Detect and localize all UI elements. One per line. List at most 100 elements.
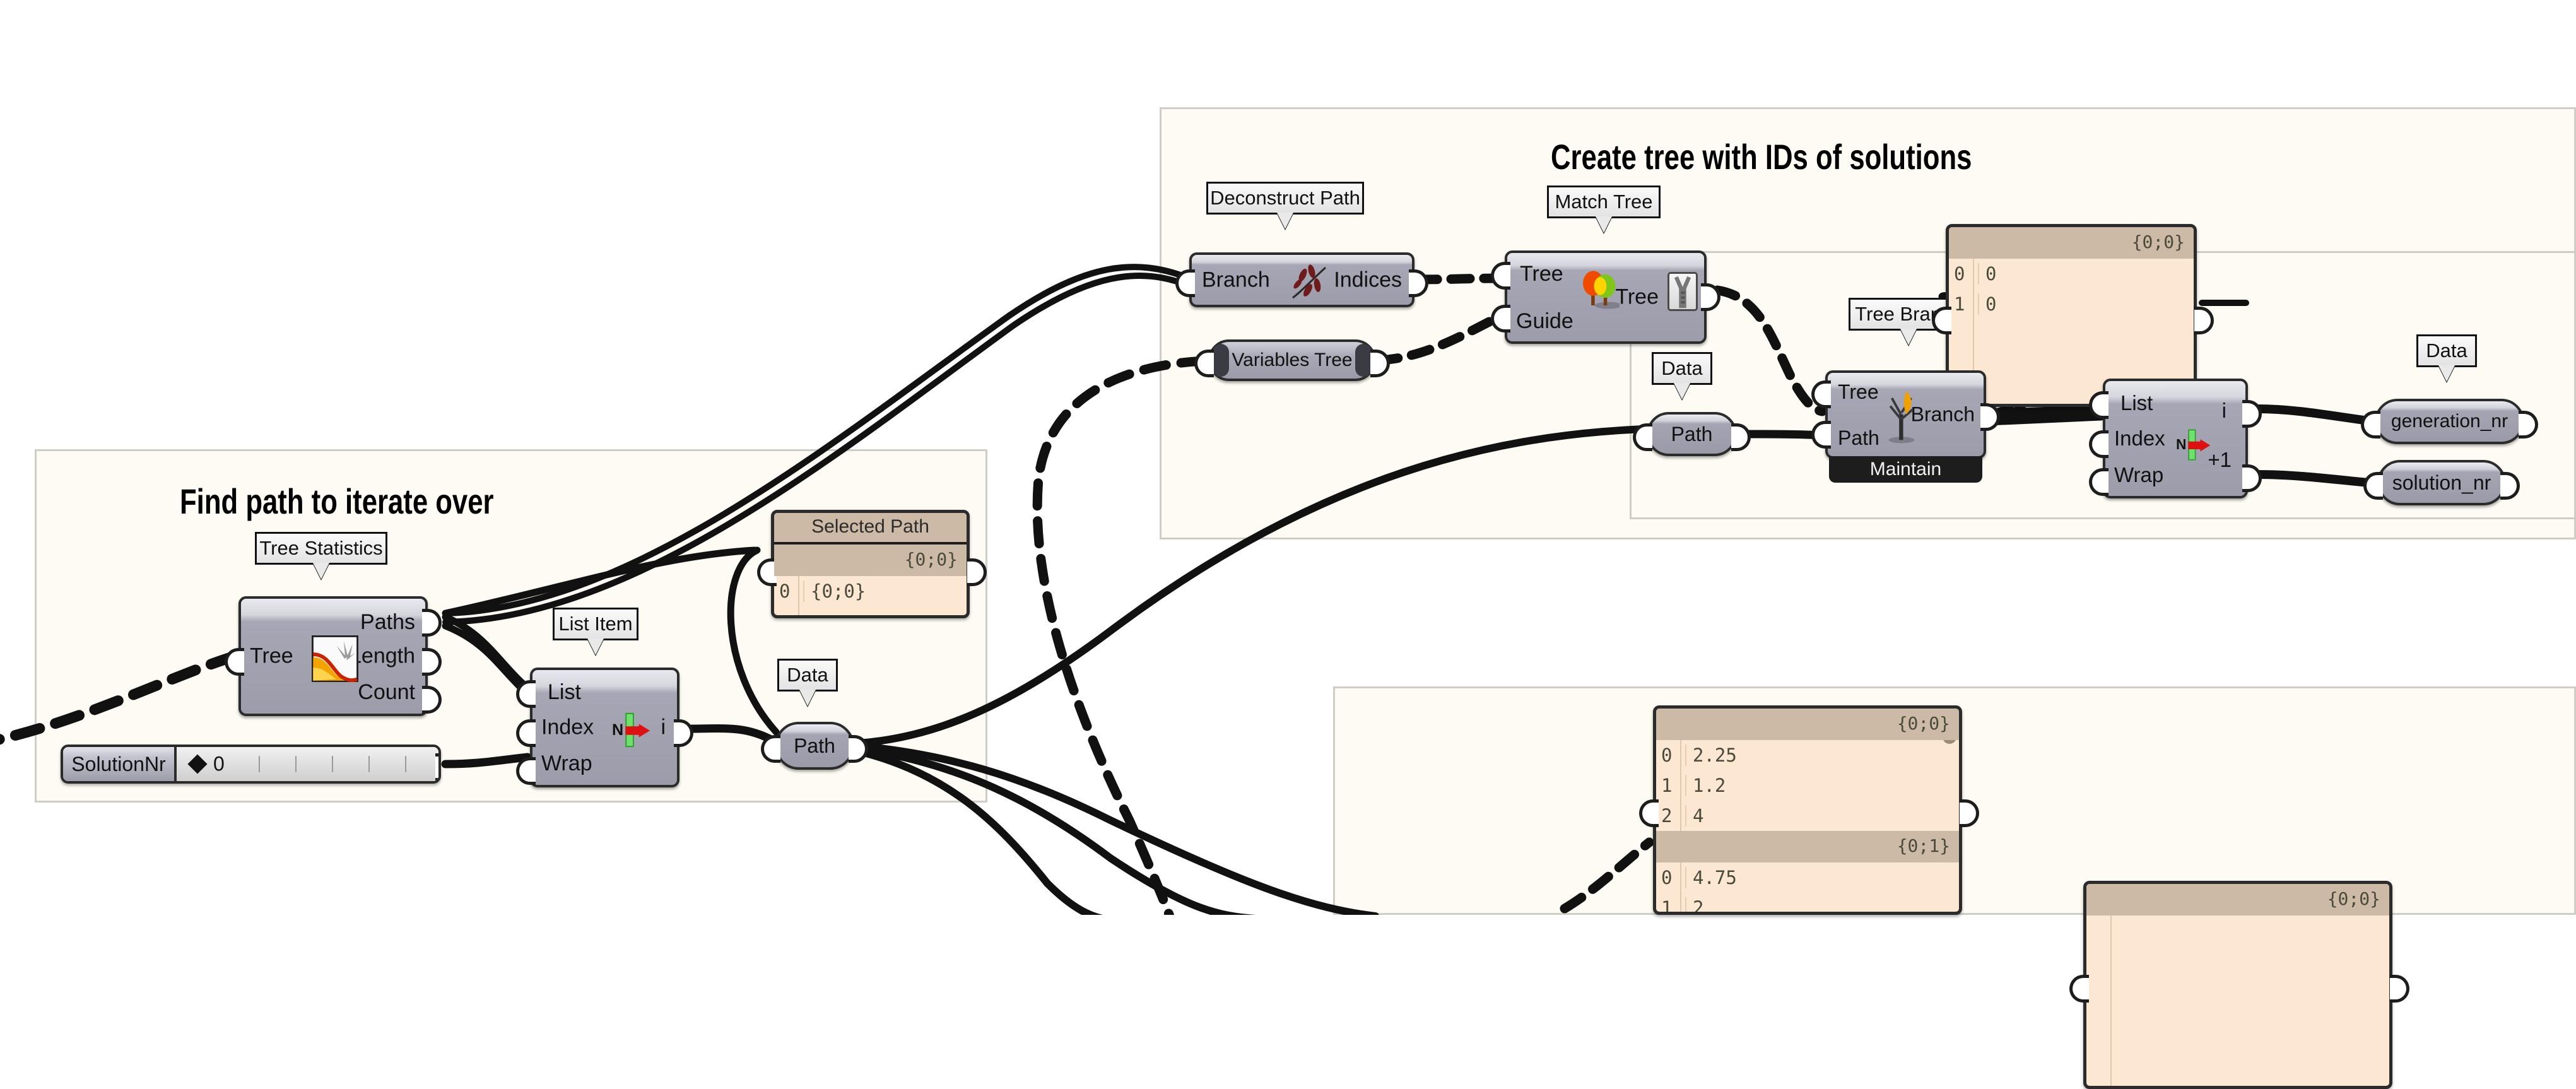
ports: List Index Wrap i (516, 670, 693, 785)
balloon-label: Data (787, 664, 828, 686)
panel-row-value: 4.75 (1685, 867, 1959, 888)
balloon-label: Data (2426, 339, 2467, 362)
panel-row: 0 4.75 (1656, 862, 1959, 893)
param-path-mid[interactable]: Path (1633, 412, 1751, 456)
group-title-create-tree: Create tree with IDs of solutions (1551, 137, 1972, 177)
component-list-item-right[interactable]: List Index Wrap i +1 N (2089, 379, 2262, 498)
input-label-list: List (2120, 391, 2153, 415)
component-list-item-left[interactable]: List Index Wrap i N (516, 668, 693, 787)
panel-row-index: 0 (779, 580, 791, 602)
param-variables-tree[interactable]: Variables Tree (1194, 339, 1390, 381)
match-tree-icon (1583, 271, 1620, 309)
param-label: Variables Tree (1232, 350, 1353, 370)
input-label-wrap: Wrap (541, 751, 592, 775)
slider-name-label: SolutionNr (63, 747, 177, 781)
component-match-tree[interactable]: Tree Guide Tree (1491, 250, 1720, 344)
panel-path-header: {0;1} (1656, 831, 1959, 862)
panel-path-header: {0;0} (1656, 709, 1959, 740)
balloon-label: Match Tree (1555, 191, 1653, 213)
balloon-tail-icon (1900, 329, 1917, 345)
balloon-data-left: Data (777, 659, 838, 706)
input-label-tree: Tree (250, 644, 293, 668)
panel-row-value: 2.25 (1685, 745, 1959, 766)
balloon-match-tree: Match Tree (1547, 185, 1661, 233)
panel-path-header: {0;0} (1949, 227, 2194, 259)
component-deconstruct-path[interactable]: Branch Indices (1175, 252, 1428, 307)
input-label-branch: Branch (1202, 268, 1270, 291)
balloon-tail-icon (1277, 213, 1293, 229)
balloon-tail-icon (1674, 383, 1690, 399)
param-generation-nr[interactable]: generation_nr (2361, 399, 2538, 444)
ports: List Index Wrap i +1 (2089, 381, 2262, 496)
balloon-data-right: Data (2416, 334, 2477, 382)
param-label: solution_nr (2392, 471, 2491, 494)
balloon-tail-icon (313, 563, 329, 579)
component-tree-branch[interactable]: Tree Path Branch (1811, 370, 2000, 459)
param-label: Path (794, 734, 835, 757)
balloon-label: Data (1661, 357, 1703, 379)
panel-row-value: 4 (1685, 805, 1959, 827)
grasshopper-canvas[interactable]: Find path to iterate over Create tree wi… (0, 0, 2576, 1089)
param-solution-nr[interactable]: solution_nr (2363, 460, 2520, 505)
param-path-left[interactable]: Path (761, 722, 868, 770)
balloon-tail-icon (587, 639, 604, 655)
input-label-list: List (548, 680, 581, 704)
output-label-plus1: +1 (2208, 448, 2232, 471)
panel-selected-path[interactable]: Selected Path {0;0} 0 {0;0} (771, 510, 970, 618)
param-label: Path (1671, 422, 1713, 445)
slider-ticks-icon (259, 756, 426, 772)
output-label-count: Count (358, 680, 415, 704)
balloon-data-mid: Data (1652, 352, 1712, 399)
svg-text:N: N (612, 721, 623, 739)
panel-row-value: {0;0} (803, 580, 967, 602)
panel-variables[interactable]: {0;0} 0 2.25 1 1.2 2 4 {0;1} 0 4.75 1 2 (1653, 705, 1962, 915)
balloon-label: List Item (558, 613, 633, 635)
pin-out-panel[interactable] (2390, 974, 2409, 1003)
panel-row-index: 0 (1661, 745, 1673, 766)
pin-out-slider[interactable] (435, 753, 438, 781)
panel-row: 0 2.25 (1656, 740, 1959, 770)
panel-row-index: 1 (1661, 775, 1673, 796)
panel-row: 24 (1656, 801, 1959, 831)
input-label-wrap: Wrap (2114, 463, 2164, 486)
input-label-tree: Tree (1838, 380, 1879, 403)
panel-row: 12 (1656, 893, 1959, 915)
panel-row: 00 (1949, 259, 2194, 289)
output-label-paths: Paths (360, 610, 415, 634)
panel-row-value: 1.2 (1685, 775, 1959, 796)
balloon-tail-icon (799, 690, 816, 706)
slider-handle-icon[interactable] (187, 754, 208, 774)
panel-path-header: {0;0} (2086, 884, 2389, 915)
input-label-index: Index (541, 715, 594, 739)
list-item-icon: N (612, 712, 650, 748)
pin-in-panel[interactable] (2069, 974, 2089, 1003)
output-label-i: i (661, 715, 666, 739)
panel-row-value: 0 (1978, 293, 2194, 315)
slider-track[interactable]: 0 (177, 747, 438, 781)
input-label-path: Path (1838, 427, 1879, 449)
balloon-tail-icon (1596, 216, 1612, 233)
panel-row: 0 {0;0} (774, 576, 967, 606)
tree-statistics-icon (312, 635, 358, 682)
output-label-length: Length (350, 644, 415, 668)
balloon-tree-statistics: Tree Statistics (255, 532, 387, 579)
input-label-guide: Guide (1516, 309, 1573, 333)
panel-variables-2[interactable]: {0;0} (2083, 881, 2392, 1089)
output-label-indices: Indices (1334, 268, 1402, 291)
panel-caption: Selected Path (774, 513, 967, 544)
param-cap-left-icon (1213, 344, 1229, 377)
deconstruct-path-icon (1292, 264, 1326, 299)
tree-branch-icon (1888, 391, 1915, 444)
panel-row: 1 1.2 (1656, 770, 1959, 801)
slider-solutionnr[interactable]: SolutionNr 0 (61, 745, 441, 784)
panel-row-index: 1 (1661, 897, 1673, 915)
component-tree-statistics[interactable]: Tree Paths Length Count (225, 596, 442, 716)
balloon-label: Tree Statistics (259, 537, 383, 559)
panel-row-index: 0 (1661, 867, 1673, 888)
slider-value: 0 (213, 752, 225, 775)
balloon-deconstruct-path: Deconstruct Path (1206, 182, 1364, 229)
balloon-label: Deconstruct Path (1210, 187, 1360, 209)
graft-zipper-icon[interactable] (1667, 272, 1698, 311)
panel-row-value: 2 (1685, 897, 1959, 912)
panel-row-index: 2 (1661, 805, 1673, 827)
